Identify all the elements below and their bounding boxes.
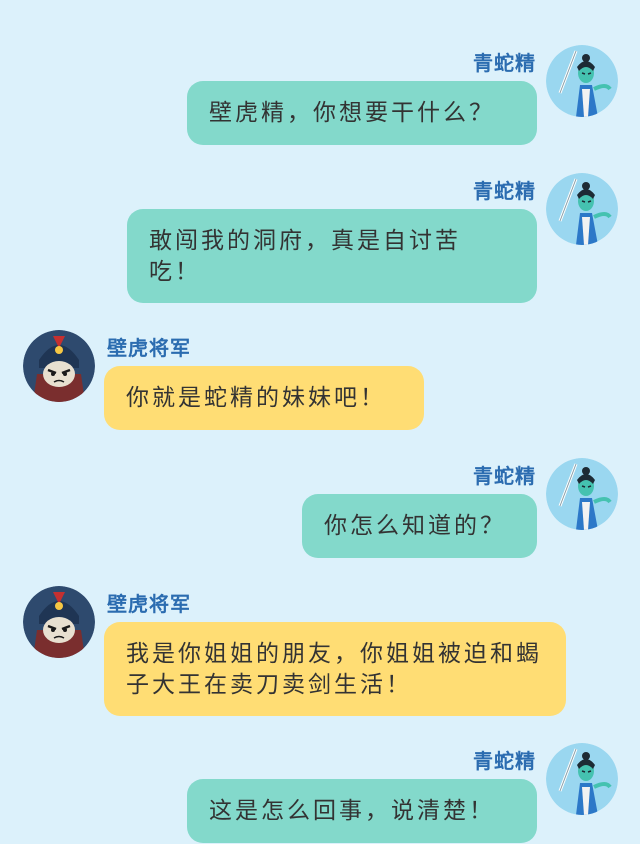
chat-thread: 青蛇精 壁虎精，你想要干什么？ 青蛇精 敢闯我的洞府，真是自讨苦吃！ 壁虎将军 … bbox=[0, 0, 640, 844]
chat-message: 壁虎将军 我是你姐姐的朋友，你姐姐被迫和蝎子大王在卖刀卖剑生活！ bbox=[0, 586, 640, 721]
message-bubble: 这是怎么回事，说清楚！ bbox=[187, 779, 537, 843]
gecko-avatar[interactable] bbox=[23, 586, 95, 658]
chat-message: 壁虎将军 你就是蛇精的妹妹吧！ bbox=[0, 330, 640, 435]
snake-spirit-avatar-icon bbox=[546, 743, 618, 815]
chat-message: 青蛇精 这是怎么回事，说清楚！ bbox=[0, 743, 640, 844]
sender-name: 壁虎将军 bbox=[107, 592, 191, 616]
message-bubble: 敢闯我的洞府，真是自讨苦吃！ bbox=[127, 209, 537, 303]
sender-name: 壁虎将军 bbox=[107, 336, 191, 360]
snake-avatar[interactable] bbox=[546, 45, 618, 117]
sender-name: 青蛇精 bbox=[473, 179, 536, 203]
message-bubble: 壁虎精，你想要干什么？ bbox=[187, 81, 537, 145]
message-bubble: 我是你姐姐的朋友，你姐姐被迫和蝎子大王在卖刀卖剑生活！ bbox=[104, 622, 566, 716]
message-bubble: 你怎么知道的？ bbox=[302, 494, 537, 558]
snake-spirit-avatar-icon bbox=[546, 45, 618, 117]
sender-name: 青蛇精 bbox=[473, 51, 536, 75]
snake-avatar[interactable] bbox=[546, 458, 618, 530]
chat-message: 青蛇精 壁虎精，你想要干什么？ bbox=[0, 45, 640, 150]
snake-spirit-avatar-icon bbox=[546, 173, 618, 245]
gecko-general-avatar-icon bbox=[23, 586, 95, 658]
snake-avatar[interactable] bbox=[546, 173, 618, 245]
chat-message: 青蛇精 敢闯我的洞府，真是自讨苦吃！ bbox=[0, 173, 640, 308]
snake-avatar[interactable] bbox=[546, 743, 618, 815]
sender-name: 青蛇精 bbox=[473, 464, 536, 488]
sender-name: 青蛇精 bbox=[473, 749, 536, 773]
message-bubble: 你就是蛇精的妹妹吧！ bbox=[104, 366, 424, 430]
chat-message: 青蛇精 你怎么知道的？ bbox=[0, 458, 640, 563]
snake-spirit-avatar-icon bbox=[546, 458, 618, 530]
gecko-avatar[interactable] bbox=[23, 330, 95, 402]
gecko-general-avatar-icon bbox=[23, 330, 95, 402]
